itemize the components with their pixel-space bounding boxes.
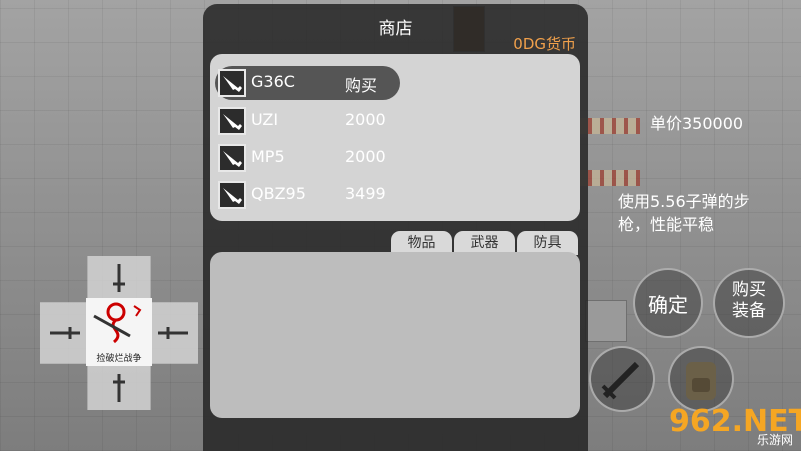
item-name: G36C [251,72,295,91]
weapon-slot-button[interactable] [589,346,655,412]
item-description: 使用5.56子弹的步枪，性能平稳 [618,192,750,234]
watermark-text: 乐游网 [756,433,793,447]
gun-icon [218,144,246,172]
buy-equip-label: 购买 装备 [732,280,766,321]
backpack-button[interactable] [668,346,734,412]
currency-balance: 0DG货币 [513,35,576,53]
list-item-mp5[interactable]: MP5 2000 [215,141,400,175]
item-list: G36C 购买 UZI 2000 MP5 2000 QBZ95 3499 [210,54,580,221]
logo-text: 捡破烂战争 [96,354,142,364]
dpad-control[interactable]: 捡破烂战争 [40,256,198,410]
buy-label[interactable]: 购买 [345,72,377,96]
confirm-label: 确定 [648,293,688,317]
stick-figure-icon [93,302,142,344]
sword-icon [601,361,640,400]
buy-equip-button[interactable]: 购买 装备 [713,268,785,338]
game-logo: 捡破烂战争 [86,298,152,366]
item-name: UZI [251,110,279,129]
inventory-panel [210,252,580,418]
backpack-icon [686,362,716,400]
bg-tile [585,300,627,342]
item-name: QBZ95 [251,184,306,203]
list-item-uzi[interactable]: UZI 2000 [215,104,400,138]
confirm-button[interactable]: 确定 [633,268,703,338]
shop-panel: 商店 0DG货币 G36C 购买 UZI 2000 MP5 2000 QBZ95… [203,4,588,451]
list-item-qbz95[interactable]: QBZ95 3499 [215,178,400,212]
list-item-g36c[interactable]: G36C 购买 [215,66,400,100]
gun-icon [218,181,246,209]
item-name: MP5 [251,147,285,166]
gun-icon [218,69,246,97]
item-price: 2000 [345,110,386,129]
item-price: 2000 [345,147,386,166]
unit-price: 单价350000 [650,114,744,133]
watermark: 962.NET 乐游网 [669,404,801,448]
item-price: 3499 [345,184,386,203]
gun-icon [218,107,246,135]
bg-decoration [580,170,640,186]
bg-decoration [580,118,640,134]
